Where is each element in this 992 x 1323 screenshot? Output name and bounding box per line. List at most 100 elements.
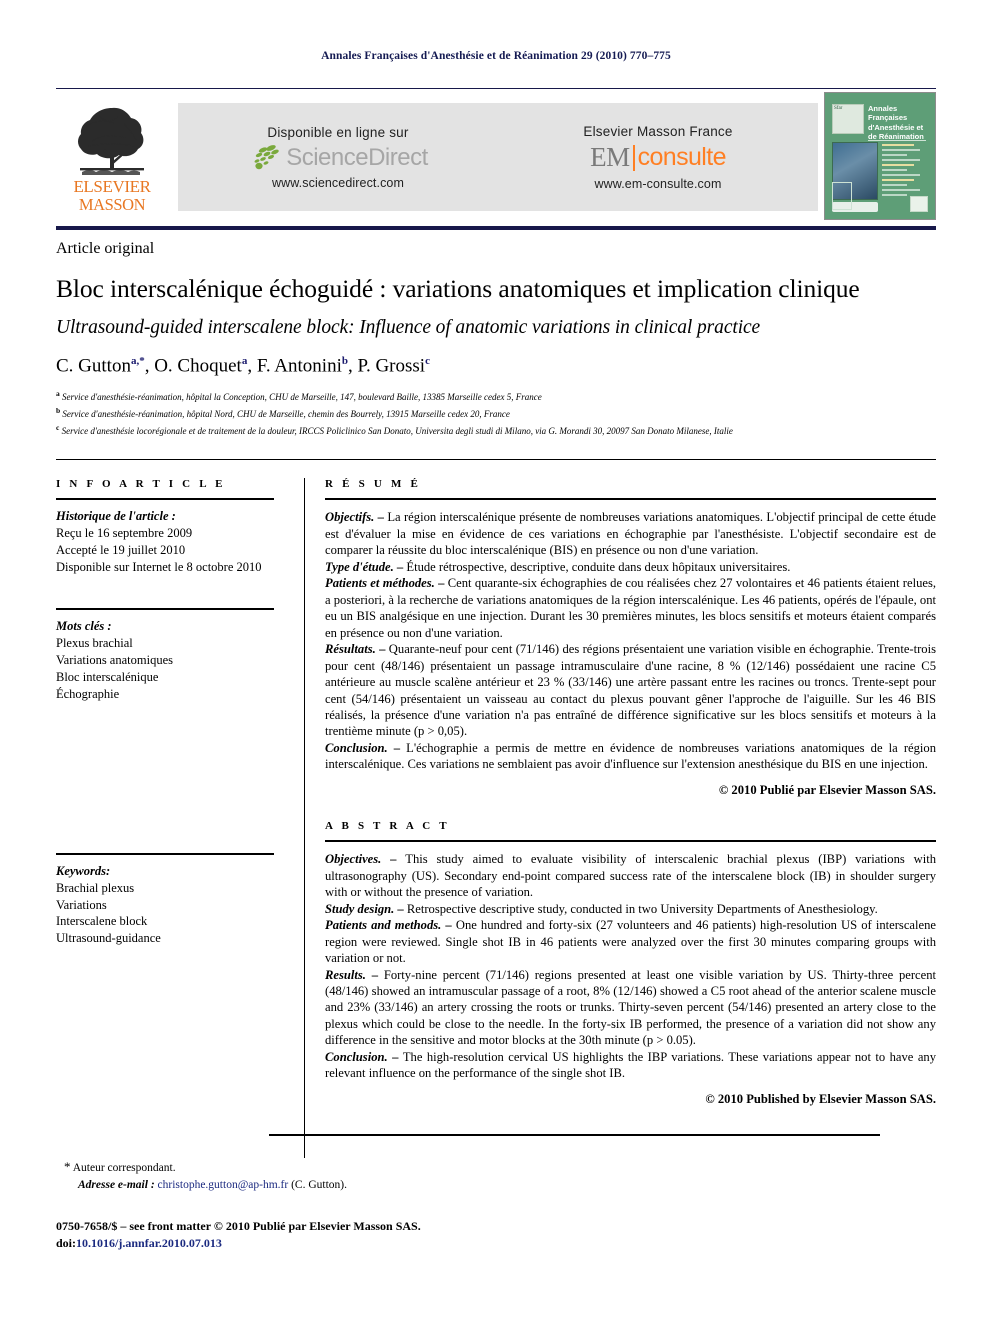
abstract-paragraph-lead: Patients and methods. [325, 918, 442, 933]
resume-paragraph-lead: Type d'étude. [325, 559, 394, 574]
journal-cover-rule [868, 140, 926, 141]
doi-value[interactable]: 10.1016/j.annfar.2010.07.013 [76, 1236, 222, 1250]
abstract-paragraph-text: Forty-nine percent (71/146) regions pres… [325, 967, 937, 1048]
emconsulte-em-wordmark: EM [590, 142, 630, 172]
masson-wordmark: MASSON [78, 194, 146, 214]
resume-paragraph: Objectifs. – La région interscalénique p… [325, 509, 936, 558]
resume-paragraph-dash: – [393, 559, 407, 574]
author-marks: a,* [130, 355, 145, 368]
sciencedirect-leaves-icon [254, 144, 280, 169]
keywords-en-rule [56, 852, 274, 855]
column-separator [304, 478, 305, 1158]
abstract-paragraph-text: This study aimed to evaluate visibility … [325, 852, 937, 900]
abstract-paragraph: Results. – Forty-nine percent (71/146) r… [325, 967, 936, 1049]
abstract-paragraph-dash: – [387, 1049, 403, 1064]
sciencedirect-url[interactable]: www.sciencedirect.com [272, 176, 404, 190]
availability-banner: Disponible en ligne sur ScienceDirect ww… [178, 103, 818, 211]
journal-cover-contents [882, 144, 927, 199]
keywords-en-label: Keywords: [56, 863, 111, 878]
elsevier-tree-icon [78, 107, 144, 175]
resume-paragraph: Résultats. – Quarante-neuf pour cent (71… [325, 641, 936, 740]
abstract-heading: A B S T R A C T [325, 819, 450, 832]
author-marks: b [341, 355, 348, 368]
affiliation-mark: b [56, 405, 61, 415]
page-title: Bloc interscalénique échoguidé : variati… [56, 274, 860, 303]
resume-paragraph-lead: Objectifs. [325, 510, 375, 525]
elsevier-wordmark: ELSEVIER [73, 177, 151, 196]
resume-paragraph-dash: – [374, 510, 388, 525]
doi-label: doi: [56, 1236, 77, 1251]
keyword-en-item: Variations [56, 897, 107, 912]
masthead-bottom-rule [56, 226, 936, 230]
masthead: ELSEVIER MASSON Disponible en ligne sur [56, 92, 936, 222]
abstract-paragraph-dash: – [394, 901, 407, 916]
corresponding-author-text: Auteur correspondant. [72, 1162, 176, 1174]
keywords-language-gap [56, 703, 274, 853]
abstract-paragraph-dash: – [365, 967, 384, 982]
abstract-paragraph-lead: Study design. [325, 901, 395, 916]
history-label: Historique de l'article : [56, 509, 176, 524]
resume-paragraph-text: La région interscalénique présente de no… [325, 510, 936, 558]
elsevier-masson-logo: ELSEVIER MASSON [56, 92, 168, 220]
info-article-rule [56, 498, 274, 501]
journal-cover-thumbnail[interactable]: Sfar Annales Françaises d'Anesthésie et … [824, 92, 936, 220]
abstract-rule [325, 839, 936, 843]
corresponding-author-footnote: * Auteur correspondant. Adresse e-mail :… [64, 1158, 564, 1194]
journal-cover-title: Annales Françaises d'Anesthésie et de Ré… [868, 104, 924, 142]
keyword-fr-item: Plexus brachial [56, 636, 133, 650]
author-list: C. Guttona,*, O. Choqueta, F. Antoninib,… [56, 355, 430, 377]
author-marks: c [425, 355, 430, 368]
keyword-fr-item: Variations anatomiques [56, 652, 173, 667]
resume-paragraph-lead: Conclusion. [325, 740, 388, 755]
resume-copyright: © 2010 Publié par Elsevier Masson SAS. [718, 782, 936, 797]
history-received: Reçu le 16 septembre 2009 [56, 526, 193, 541]
email-label: Adresse e-mail : [78, 1178, 155, 1191]
sciencedirect-logo[interactable]: ScienceDirect [248, 143, 428, 173]
journal-cover-spine [832, 182, 852, 210]
author-name: C. Gutton [56, 355, 131, 377]
affiliation-item: a Service d'anesthésie-réanimation, hôpi… [56, 388, 936, 405]
email-line: Adresse e-mail : christophe.gutton@ap-hm… [64, 1177, 564, 1194]
affiliation-item: b Service d'anesthésie-réanimation, hôpi… [56, 405, 936, 422]
author-marks: a [241, 355, 248, 368]
resume-paragraph-text: Étude rétrospective, descriptive, condui… [406, 559, 791, 574]
keyword-fr-item: Échographie [56, 686, 120, 701]
author-name: O. Choquet [154, 355, 242, 377]
affiliation-text: Service d'anesthésie-réanimation, hôpita… [62, 408, 510, 419]
sciencedirect-heading: Disponible en ligne sur [267, 124, 409, 140]
emconsulte-divider [632, 144, 635, 171]
page-subtitle: Ultrasound-guided interscalene block: In… [56, 317, 761, 339]
keyword-en-item: Ultrasound-guidance [56, 931, 161, 946]
resume-paragraph-lead: Patients et méthodes. [325, 576, 435, 591]
abstract-bottom-rule [269, 1134, 880, 1137]
email-link[interactable]: christophe.gutton@ap-hm.fr [158, 1179, 289, 1191]
affiliation-text: Service d'anesthésie-réanimation, hôpita… [62, 391, 542, 402]
emconsulte-logo[interactable]: EM consulte [590, 142, 726, 174]
resume-rule [325, 498, 936, 501]
resume-paragraph: Patients et méthodes. – Cent quarante-si… [325, 575, 936, 641]
keyword-en-item: Interscalene block [56, 914, 148, 929]
running-head: Annales Françaises d'Anesthésie et de Ré… [321, 50, 671, 62]
imprint-doi-line: doi:10.1016/j.annfar.2010.07.013 [56, 1235, 656, 1252]
abstract-paragraph-dash: – [381, 852, 406, 867]
emconsulte-url[interactable]: www.em-consulte.com [595, 177, 722, 191]
resume-paragraph-dash: – [434, 576, 448, 591]
resume-paragraph-dash: – [375, 642, 389, 657]
keyword-fr-item: Bloc interscalénique [56, 669, 159, 684]
abstract-copyright: © 2010 Published by Elsevier Masson SAS. [705, 1091, 936, 1106]
resume-paragraph: Conclusion. – L'échographie a permis de … [325, 740, 936, 773]
affiliation-text: Service d'anesthésie locorégionale et de… [61, 425, 733, 436]
abstract-paragraph: Objectives. – This study aimed to evalua… [325, 851, 936, 900]
journal-cover-footer-mark [910, 196, 928, 212]
resume-paragraph: Type d'étude. – Étude rétrospective, des… [325, 559, 936, 575]
history-online: Disponible sur Internet le 8 octobre 201… [56, 559, 262, 574]
emconsulte-heading: Elsevier Masson France [583, 123, 733, 139]
info-article-heading: I N F O A R T I C L E [56, 478, 226, 490]
keywords-fr-label: Mots clés : [56, 619, 112, 633]
article-type-label: Article original [56, 240, 155, 257]
resume-paragraph-dash: – [387, 740, 407, 755]
history-accepted: Accepté le 19 juillet 2010 [56, 543, 186, 558]
abstract-paragraph: Patients and methods. – One hundred and … [325, 917, 936, 966]
imprint-block: 0750-7658/$ – see front matter © 2010 Pu… [56, 1218, 656, 1253]
resume-paragraph-text: L'échographie a permis de mettre en évid… [325, 740, 936, 772]
